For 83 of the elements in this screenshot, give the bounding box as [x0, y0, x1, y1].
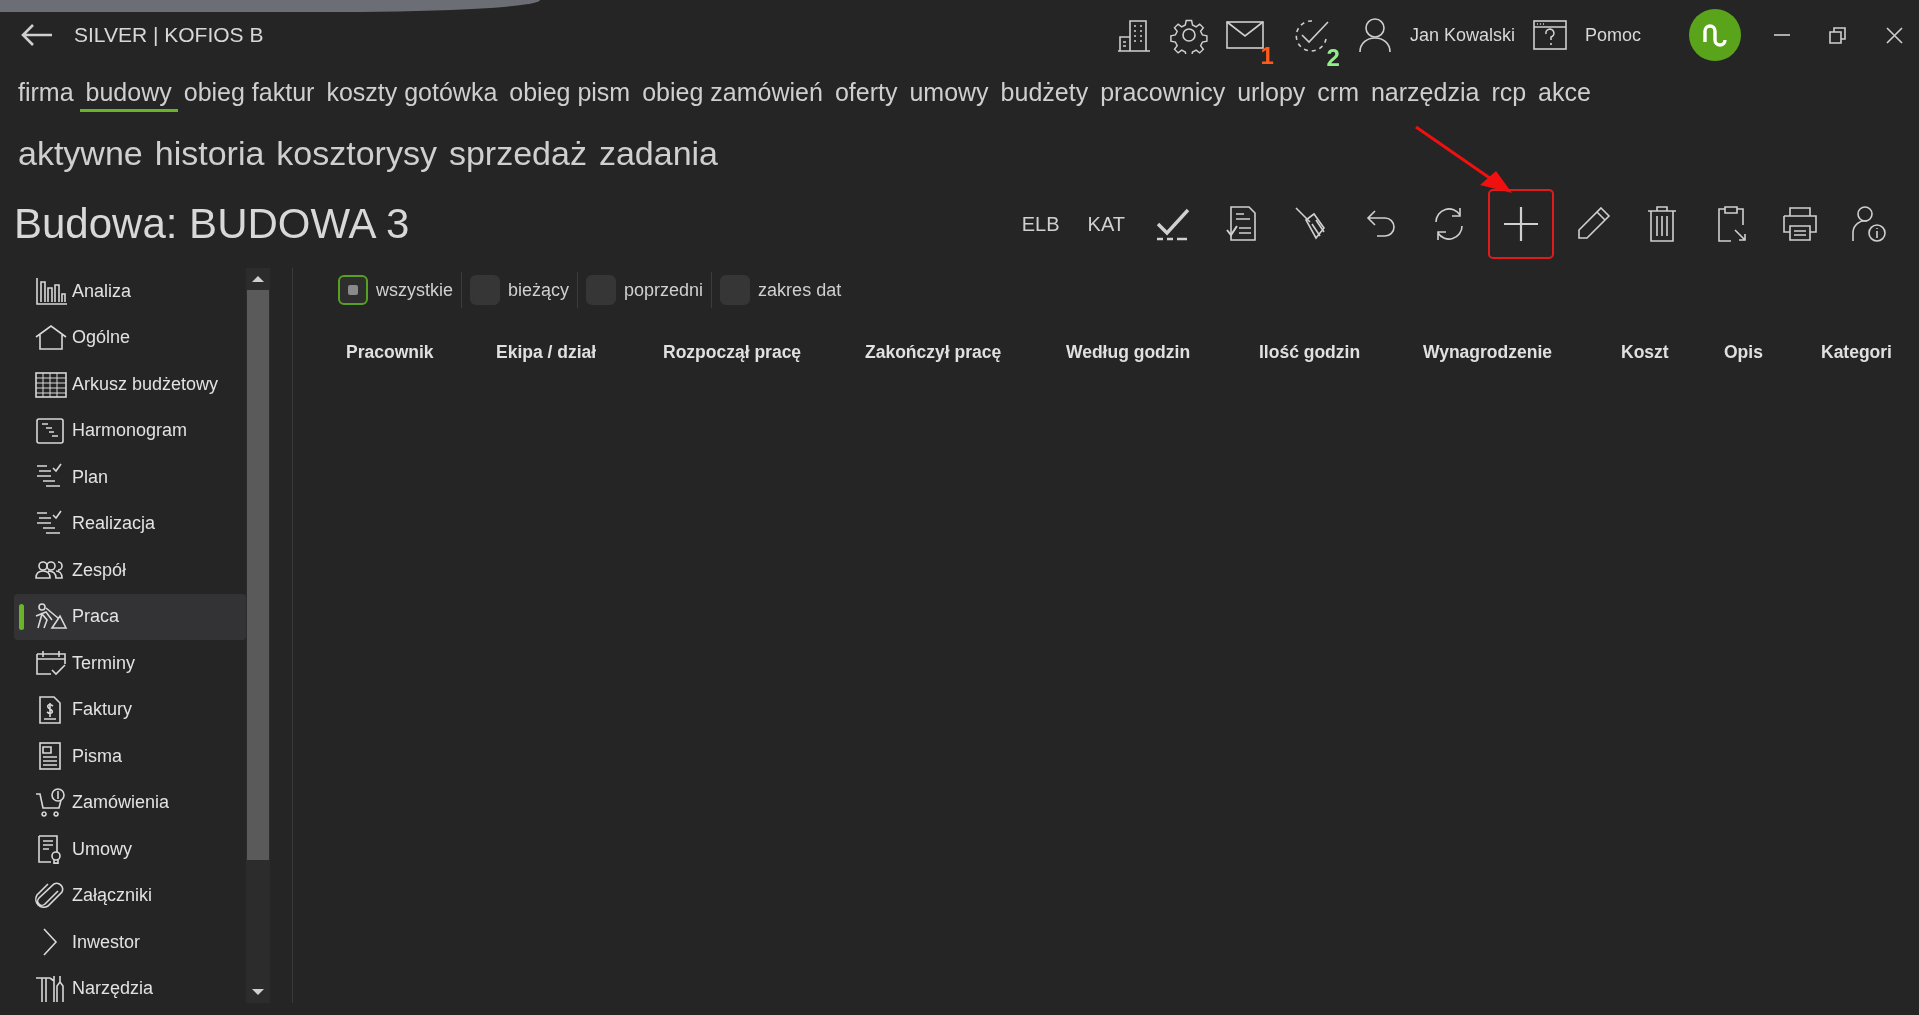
sidebar-item[interactable]: Zamówienia — [14, 779, 246, 826]
sidebar-item[interactable]: Narzędzia — [14, 965, 246, 1003]
window-title: SILVER | KOFIOS B — [74, 23, 264, 47]
plus-button[interactable] — [1488, 189, 1554, 259]
table-grid-icon — [34, 369, 68, 400]
filter-option[interactable]: bieżący — [470, 272, 579, 308]
scrollbar-thumb[interactable] — [247, 290, 269, 860]
sidebar-item[interactable]: Praca — [14, 593, 246, 640]
user-icon — [1357, 17, 1392, 53]
nav-tab[interactable]: firma — [12, 76, 80, 112]
page-title: Budowa: BUDOWA 3 — [13, 200, 410, 248]
cart-icon — [34, 787, 68, 818]
bar-chart-icon — [34, 276, 68, 307]
nav-tab[interactable]: akce — [1532, 76, 1597, 112]
filter-option[interactable]: poprzedni — [586, 272, 713, 308]
restore-icon — [1827, 24, 1848, 46]
toolbar-button[interactable]: KAT — [1077, 191, 1135, 257]
house-icon — [34, 322, 68, 353]
column-header[interactable]: Wynagrodzenie — [1423, 342, 1621, 363]
sidebar-item[interactable]: Ogólne — [14, 314, 246, 361]
column-header[interactable]: Zakończył pracę — [865, 342, 1066, 363]
sidebar-item[interactable]: Umowy — [14, 826, 246, 873]
nav-tab[interactable]: rcp — [1485, 76, 1533, 112]
back-arrow-icon — [20, 23, 54, 47]
sidebar-item[interactable]: Plan — [14, 454, 246, 501]
help-label[interactable]: Pomoc — [1584, 24, 1641, 46]
tasks-button[interactable]: 2 — [1291, 18, 1340, 68]
sidebar-item[interactable]: Terminy — [14, 640, 246, 687]
nav-tab[interactable]: obieg zamówień — [636, 76, 829, 112]
help-button[interactable] — [1532, 20, 1567, 50]
sidebar-item[interactable]: Arkusz budżetowy — [14, 361, 246, 408]
mail-icon — [1225, 20, 1264, 50]
sidebar-item[interactable]: Harmonogram — [14, 407, 246, 454]
subnav-tab[interactable]: aktywne — [12, 124, 149, 182]
scroll-up-icon[interactable] — [252, 276, 264, 282]
scrollbar[interactable] — [246, 268, 270, 1003]
buildings-icon — [1115, 17, 1152, 53]
subnav-tab[interactable]: zadania — [592, 124, 724, 182]
nav-tab[interactable]: obieg faktur — [177, 76, 321, 112]
help-window-icon — [1532, 20, 1567, 50]
filter-option[interactable]: wszystkie — [338, 272, 462, 308]
toolbar-button[interactable]: ELB — [1011, 191, 1070, 257]
nav-tab[interactable]: umowy — [903, 76, 995, 112]
nav-tab[interactable]: urlopy — [1231, 76, 1312, 112]
minimize-icon — [1773, 33, 1791, 37]
buildings-button[interactable] — [1115, 17, 1152, 53]
filter-option[interactable]: zakres dat — [720, 272, 850, 308]
column-header[interactable]: Opis — [1724, 342, 1821, 363]
subnav-tab[interactable]: sprzedaż — [442, 124, 593, 182]
sidebar-item[interactable]: Załączniki — [14, 872, 246, 919]
nav-tab[interactable]: pracownicy — [1094, 76, 1232, 112]
nav-tab[interactable]: crm — [1311, 76, 1365, 112]
nav-tab[interactable]: oferty — [828, 76, 904, 112]
worker-icon — [34, 601, 68, 632]
sidebar-item[interactable]: Pisma — [14, 733, 246, 780]
tasks-count: 2 — [1326, 46, 1340, 70]
nav-tab[interactable]: budowy — [79, 76, 178, 112]
sidebar-item[interactable]: Inwestor — [14, 919, 246, 966]
column-header[interactable]: Ekipa / dział — [496, 342, 663, 363]
mail-button[interactable]: 1 — [1225, 20, 1274, 66]
nav-tab[interactable]: obieg pism — [503, 76, 637, 112]
column-header[interactable]: Według godzin — [1066, 342, 1259, 363]
sidebar-item[interactable]: Analiza — [14, 268, 246, 315]
scroll-down-icon[interactable] — [252, 989, 264, 995]
nav-tab[interactable]: koszty gotówka — [320, 76, 504, 112]
column-header[interactable]: Ilość godzin — [1259, 342, 1423, 363]
column-header[interactable]: Koszt — [1621, 342, 1724, 363]
plus-icon — [1501, 204, 1541, 244]
mail-count: 1 — [1260, 44, 1274, 68]
subnav-tab[interactable]: kosztorysy — [270, 124, 443, 182]
nav-tab[interactable]: narzędzia — [1364, 76, 1486, 112]
user-button[interactable] — [1357, 17, 1392, 53]
sidebar-item[interactable]: Zespół — [14, 547, 246, 594]
column-header[interactable]: Kategori — [1821, 342, 1919, 363]
back-button[interactable] — [20, 23, 54, 47]
sidebar-item[interactable]: Realizacja — [14, 500, 246, 547]
user-name[interactable]: Jan Kowalski — [1409, 24, 1515, 46]
column-header[interactable]: Rozpoczął pracę — [663, 342, 865, 363]
subnav-tab[interactable]: historia — [148, 124, 271, 182]
close-icon — [1884, 24, 1905, 46]
nav-tab[interactable]: budżety — [994, 76, 1095, 112]
sidebar-item[interactable]: Faktury — [14, 686, 246, 733]
column-header[interactable]: Pracownik — [346, 342, 496, 363]
